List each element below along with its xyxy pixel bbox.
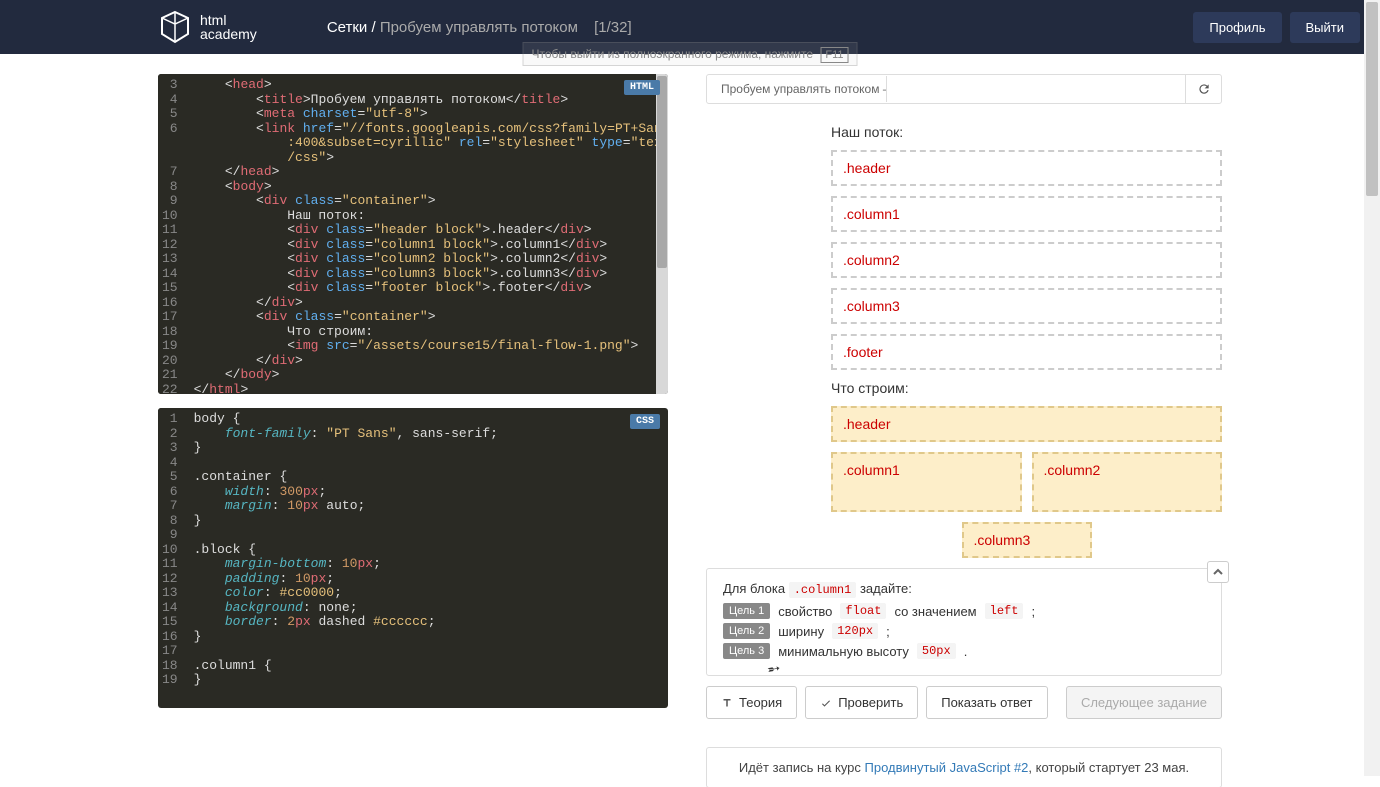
target-col1-box: .column1: [831, 452, 1022, 512]
goals-panel: Для блока .column1 задайте: Цель 1свойст…: [706, 568, 1222, 676]
target-header-box: .header: [831, 406, 1222, 442]
html-editor-scrollbar[interactable]: [656, 74, 668, 394]
target-col3-box: .column3: [962, 522, 1092, 558]
theory-button[interactable]: Теория: [706, 686, 797, 719]
breadcrumb: Сетки / Пробуем управлять потоком [1/32]: [327, 19, 632, 36]
breadcrumb-main[interactable]: Сетки /: [327, 19, 376, 36]
logo-text-top: html: [200, 13, 257, 27]
breadcrumb-sub: Пробуем управлять потоком: [380, 19, 578, 36]
css-code[interactable]: body { font-family: "PT Sans", sans-seri…: [186, 408, 506, 692]
logo-text-bottom: academy: [200, 27, 257, 41]
html-code[interactable]: <head> <title>Пробуем управлять потоком<…: [186, 74, 668, 394]
preview-tab[interactable]: Пробуем управлять потоком — H: [707, 76, 887, 102]
collapse-handle[interactable]: [1207, 561, 1229, 583]
css-gutter: 12345678910111213141516171819: [158, 408, 186, 692]
chevron-up-icon: [1213, 567, 1223, 577]
profile-button[interactable]: Профиль: [1193, 12, 1281, 43]
key-f11: F11: [820, 47, 848, 63]
refresh-button[interactable]: [1185, 75, 1221, 103]
check-button[interactable]: Проверить: [805, 686, 918, 719]
intro-code: .column1: [789, 582, 857, 598]
flow-box: .column3: [831, 288, 1222, 324]
footer-note: Идёт запись на курс Продвинутый JavaScri…: [706, 747, 1222, 787]
action-row: Теория Проверить Показать ответ Следующе…: [706, 686, 1222, 719]
html-gutter: 3456 78910111213141516171819202122: [158, 74, 186, 394]
check-icon: [820, 697, 832, 709]
cursor-icon: ➶: [762, 657, 784, 681]
refresh-icon: [1197, 82, 1211, 96]
logo[interactable]: html academy: [160, 10, 257, 44]
html-badge: HTML: [624, 80, 660, 95]
goal-row: Цель 3минимальную высоту 50px .: [723, 643, 1205, 659]
css-editor[interactable]: CSS 12345678910111213141516171819 body {…: [158, 408, 668, 708]
goal-badge: Цель 1: [723, 603, 770, 619]
preview-tabbar: Пробуем управлять потоком — H: [706, 74, 1222, 104]
css-badge: CSS: [630, 414, 660, 429]
flow-box: .column1: [831, 196, 1222, 232]
goal-row: Цель 2ширину 120px ;: [723, 623, 1205, 639]
html-editor[interactable]: HTML 3456 78910111213141516171819202122 …: [158, 74, 668, 394]
goals-intro: Для блока .column1 задайте:: [723, 581, 1205, 597]
fullscreen-exit-hint: Чтобы выйти из полноэкранного режима, на…: [523, 42, 858, 66]
footer-link[interactable]: Продвинутый JavaScript #2: [865, 760, 1029, 775]
flow-box: .header: [831, 150, 1222, 186]
goal-badge: Цель 3: [723, 643, 770, 659]
preview-section1-title: Наш поток:: [831, 124, 1222, 140]
flow-box: .footer: [831, 334, 1222, 370]
font-icon: [721, 697, 733, 709]
logout-button[interactable]: Выйти: [1290, 12, 1361, 43]
show-answer-button[interactable]: Показать ответ: [926, 686, 1047, 719]
flow-box: .column2: [831, 242, 1222, 278]
page-scrollbar[interactable]: [1364, 0, 1380, 776]
target-col2-box: .column2: [1032, 452, 1223, 512]
next-task-button[interactable]: Следующее задание: [1066, 686, 1222, 719]
preview-pane: Наш поток: .header.column1.column2.colum…: [706, 114, 1222, 558]
goal-row: Цель 1свойство float со значением left ;: [723, 603, 1205, 619]
logo-icon: [160, 10, 190, 44]
goal-badge: Цель 2: [723, 623, 770, 639]
preview-section2-title: Что строим:: [831, 380, 1222, 396]
breadcrumb-count: [1/32]: [594, 19, 632, 36]
